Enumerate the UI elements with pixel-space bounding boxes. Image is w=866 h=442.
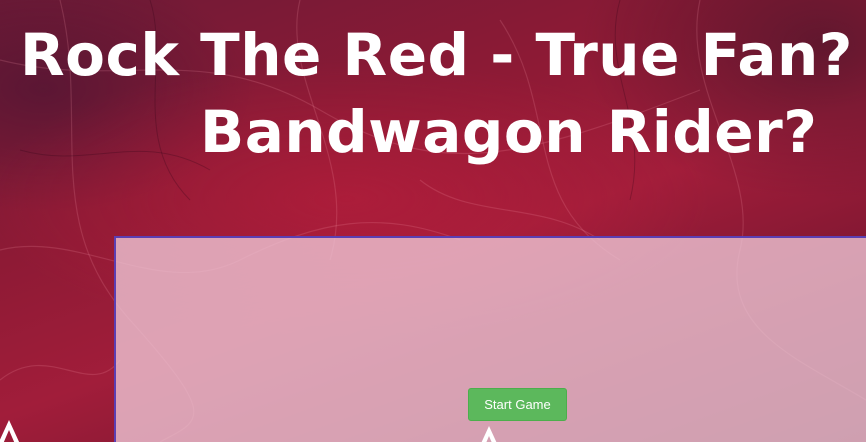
start-game-button[interactable]: Start Game — [468, 388, 567, 421]
page-title-line-1: Rock The Red - True Fan? — [20, 21, 853, 89]
caret-up-icon — [0, 420, 20, 442]
page-title-line-2: Bandwagon Rider? — [200, 98, 818, 166]
caret-up-icon — [481, 426, 497, 442]
